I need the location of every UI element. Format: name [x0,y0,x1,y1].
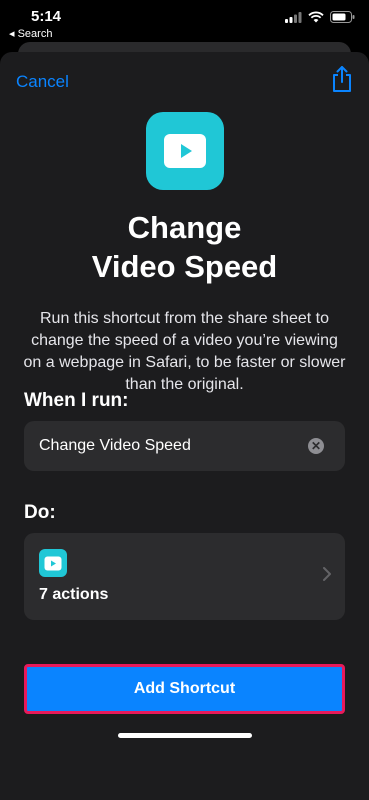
status-time: 5:14 [31,8,62,25]
shortcut-title: Change Video Speed [0,208,369,286]
shortcut-name-field[interactable]: Change Video Speed ✕ [24,421,345,471]
when-i-run-label: When I run: [24,390,129,411]
add-shortcut-button[interactable]: Add Shortcut [24,664,345,714]
actions-count: 7 actions [39,586,109,603]
home-indicator[interactable] [118,733,252,738]
video-play-icon [44,556,62,570]
wifi-icon [308,11,324,23]
actions-card[interactable]: 7 actions [24,533,345,620]
battery-icon [330,11,355,23]
share-button[interactable] [331,66,353,97]
share-icon [333,66,351,92]
chevron-right-icon [323,567,331,581]
mini-video-icon [39,549,67,577]
cancel-button[interactable]: Cancel [16,72,69,92]
shortcut-name-value: Change Video Speed [39,437,191,454]
status-icons [285,11,355,23]
do-label: Do: [24,502,56,523]
clear-icon[interactable]: ✕ [308,438,324,454]
shortcut-description: Run this shortcut from the share sheet t… [23,310,346,393]
title-line-1: Change [127,210,242,245]
title-line-2: Video Speed [91,249,278,284]
video-play-icon [164,134,206,168]
shortcut-app-icon [146,112,224,190]
back-to-search-link[interactable]: ◂ Search [9,27,52,40]
status-bar: 5:14 ◂ Search [0,0,369,44]
cellular-signal-icon [285,11,302,23]
